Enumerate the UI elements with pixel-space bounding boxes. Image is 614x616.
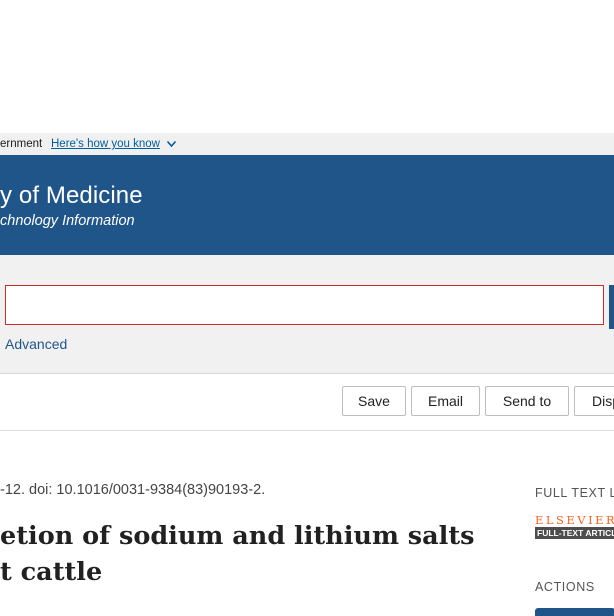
search-button[interactable] bbox=[609, 285, 614, 329]
chevron-down-icon[interactable] bbox=[166, 139, 177, 149]
save-button[interactable]: Save bbox=[342, 386, 406, 416]
article-toolbar: Save Email Send to Disp bbox=[0, 374, 614, 431]
email-button[interactable]: Email bbox=[411, 386, 480, 416]
elsevier-logo-brand: ELSEVIER bbox=[535, 514, 614, 527]
article-title: etion of sodium and lithium salts t catt… bbox=[0, 518, 475, 590]
full-text-links-heading: FULL TEXT LIN bbox=[535, 486, 614, 500]
search-input[interactable] bbox=[5, 285, 604, 325]
actions-heading: ACTIONS bbox=[535, 580, 595, 594]
article-citation: -12. doi: 10.1016/0031-9384(83)90193-2. bbox=[0, 482, 266, 498]
article-title-line-1: etion of sodium and lithium salts bbox=[0, 521, 475, 551]
elsevier-logo-subtext: FULL-TEXT ARTICLE bbox=[537, 528, 614, 538]
heres-how-you-know-link[interactable]: Here's how you know bbox=[51, 138, 160, 150]
elsevier-full-text-link[interactable]: ELSEVIER FULL-TEXT ARTICLE bbox=[535, 514, 614, 539]
top-blank-area bbox=[0, 0, 614, 133]
article-title-line-2: t cattle bbox=[0, 557, 103, 587]
header-title[interactable]: y of Medicine bbox=[0, 182, 143, 210]
header-subtitle: chnology Information bbox=[0, 213, 135, 229]
display-options-button[interactable]: Disp bbox=[574, 386, 614, 416]
gov-banner: ernment Here's how you know bbox=[0, 133, 614, 155]
gov-banner-text: ernment bbox=[0, 138, 43, 150]
send-to-button[interactable]: Send to bbox=[485, 386, 569, 416]
action-button[interactable] bbox=[535, 608, 614, 616]
search-bar-area: Advanced bbox=[0, 255, 614, 374]
ncbi-header: y of Medicine chnology Information bbox=[0, 155, 614, 255]
advanced-search-link[interactable]: Advanced bbox=[5, 336, 67, 352]
